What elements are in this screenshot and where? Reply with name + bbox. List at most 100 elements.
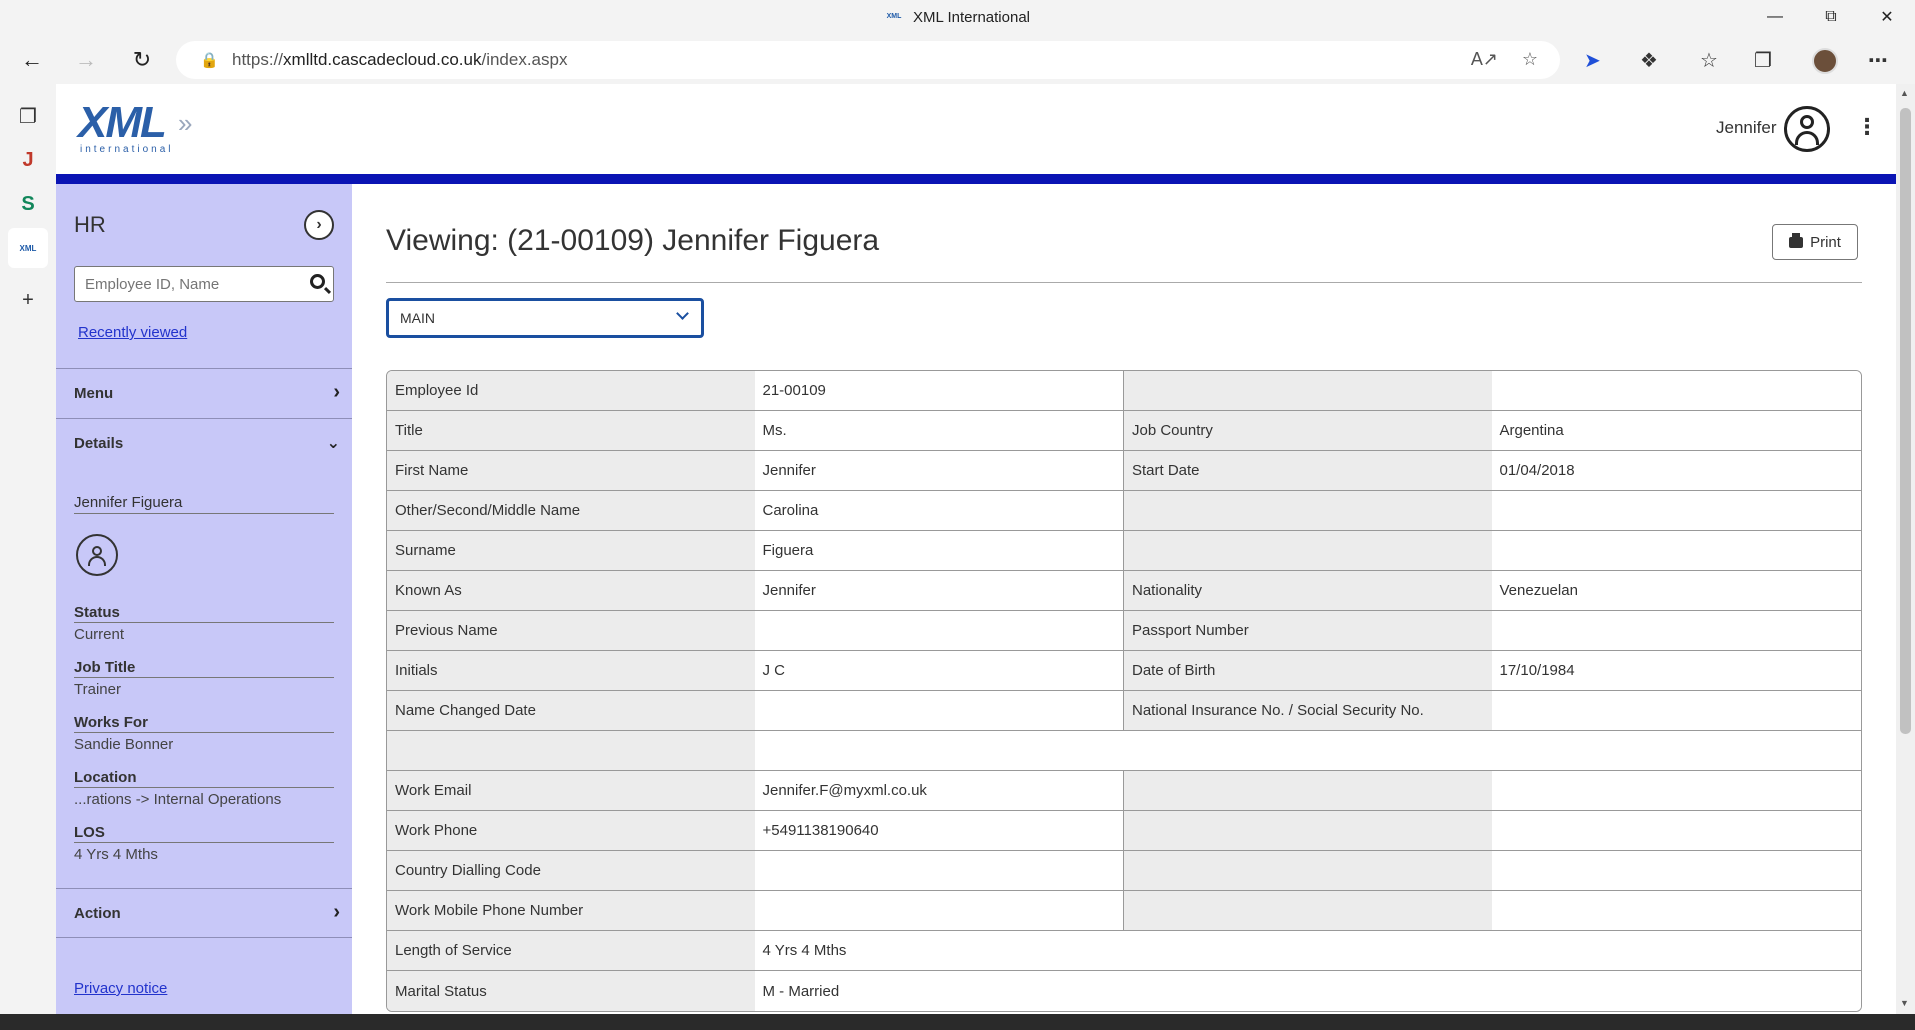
scrollbar-thumb[interactable]	[1900, 108, 1911, 734]
section-dropdown[interactable]: MAIN	[386, 298, 704, 338]
field-label: Nationality	[1124, 571, 1492, 610]
field-value	[1491, 771, 1861, 810]
field-value	[1491, 371, 1861, 410]
tab-actions-icon[interactable]: ❐	[8, 96, 48, 136]
window-titlebar: XML XML International — ⧉ ✕	[0, 0, 1915, 36]
close-window-icon[interactable]: ✕	[1859, 0, 1915, 34]
field-value	[754, 891, 1124, 930]
table-row: Work Mobile Phone Number	[387, 891, 1861, 931]
page-title: Viewing: (21-00109) Jennifer Figuera	[386, 224, 880, 257]
field-label: Length of Service	[387, 931, 755, 970]
address-bar[interactable]: 🔒 https://xmlltd.cascadecloud.co.uk/inde…	[176, 41, 1560, 79]
field-value: Argentina	[1491, 411, 1861, 450]
restore-icon[interactable]: ⧉	[1803, 0, 1859, 34]
status-label: Status	[74, 604, 334, 623]
field-label	[1124, 491, 1492, 530]
field-label: Work Phone	[387, 811, 755, 850]
field-label: Previous Name	[387, 611, 755, 650]
sidebar-toggle-chevron-icon[interactable]: ›	[304, 210, 334, 240]
field-value: Figuera	[754, 531, 1124, 570]
scroll-up-icon[interactable]: ▲	[1900, 88, 1909, 98]
chevron-right-icon: ›	[333, 901, 340, 923]
sidebar-title: HR	[74, 212, 106, 237]
favorites-icon[interactable]: ☆	[1700, 48, 1718, 73]
extension-arrow-icon[interactable]: ➤	[1584, 48, 1601, 73]
tab-xml-icon[interactable]: XML	[8, 228, 48, 268]
los-label: LOS	[74, 824, 334, 843]
read-aloud-icon[interactable]: A↗	[1471, 49, 1498, 70]
browser-profile-avatar[interactable]	[1812, 48, 1838, 74]
sidebar: HR › Recently viewed Menu › Details ⌄ Je…	[56, 184, 352, 1014]
lock-icon[interactable]: 🔒	[200, 51, 220, 69]
table-row: First Name Jennifer Start Date 01/04/201…	[387, 451, 1861, 491]
field-value: J C	[754, 651, 1124, 690]
field-label	[1124, 771, 1492, 810]
title-divider	[386, 282, 1862, 283]
field-label: Initials	[387, 651, 755, 690]
collections-icon[interactable]: ❐	[1754, 48, 1772, 73]
field-label	[1124, 811, 1492, 850]
employee-details-grid: Employee Id 21-00109 Title Ms. Job Count…	[386, 370, 1862, 1012]
field-value: 21-00109	[754, 371, 1124, 410]
table-row: Title Ms. Job Country Argentina	[387, 411, 1861, 451]
field-label: Marital Status	[387, 971, 755, 1011]
field-value: Ms.	[754, 411, 1124, 450]
field-label	[1124, 891, 1492, 930]
window-title-text: XML International	[912, 9, 1030, 26]
tab-jd-icon[interactable]: J	[8, 140, 48, 180]
taskbar	[0, 1014, 1915, 1030]
field-label: Name Changed Date	[387, 691, 755, 730]
action-label: Action	[74, 905, 121, 922]
details-label: Details	[74, 435, 124, 452]
xml-logo[interactable]: XML » international	[78, 98, 192, 155]
chevron-right-icon: ›	[333, 381, 340, 403]
header-divider	[56, 174, 1896, 184]
refresh-icon[interactable]: ↻	[122, 42, 162, 78]
print-label: Print	[1810, 233, 1841, 251]
sidebar-details-section[interactable]: Details ⌄	[56, 418, 352, 468]
extensions-puzzle-icon[interactable]: ❖	[1640, 48, 1658, 73]
field-value	[1491, 691, 1861, 730]
search-icon[interactable]	[310, 274, 325, 289]
recently-viewed-link[interactable]: Recently viewed	[78, 324, 187, 341]
employee-search-input[interactable]	[75, 267, 290, 301]
employee-avatar-icon[interactable]	[76, 534, 118, 576]
tab-sharepoint-icon[interactable]: S	[8, 184, 48, 224]
back-arrow-icon[interactable]: ←	[12, 42, 52, 78]
field-value	[1491, 891, 1861, 930]
add-favorite-icon[interactable]: ☆	[1522, 49, 1538, 70]
status-value: Current	[74, 626, 125, 643]
field-label: Title	[387, 411, 755, 450]
table-row: Country Dialling Code	[387, 851, 1861, 891]
forward-arrow-icon[interactable]: →	[66, 42, 106, 78]
print-button[interactable]: Print	[1772, 224, 1858, 260]
field-value	[754, 731, 1861, 770]
employee-name: Jennifer Figuera	[74, 494, 334, 514]
sidebar-menu-section[interactable]: Menu ›	[56, 368, 352, 418]
scroll-down-icon[interactable]: ▼	[1900, 998, 1909, 1008]
field-value: 01/04/2018	[1491, 451, 1861, 490]
chevron-down-icon: ⌄	[326, 435, 340, 452]
kebab-menu-icon[interactable]: ⋮	[1856, 114, 1878, 140]
table-row: Work Phone +5491138190640	[387, 811, 1861, 851]
privacy-notice-link[interactable]: Privacy notice	[74, 980, 167, 997]
url-text[interactable]: https://xmlltd.cascadecloud.co.uk/index.…	[232, 50, 567, 70]
field-value: Jennifer	[754, 451, 1124, 490]
table-row: Other/Second/Middle Name Carolina	[387, 491, 1861, 531]
field-value: M - Married	[754, 971, 1861, 1011]
location-value: ...rations -> Internal Operations	[74, 791, 282, 808]
window-title: XML XML International	[0, 9, 1915, 26]
field-label: Country Dialling Code	[387, 851, 755, 890]
logo-text: XML	[78, 98, 167, 147]
field-value: Jennifer	[754, 571, 1124, 610]
browser-menu-icon[interactable]: ⋯	[1868, 48, 1888, 73]
table-row	[387, 731, 1861, 771]
sidebar-action-section[interactable]: Action ›	[56, 888, 352, 938]
field-value	[754, 851, 1124, 890]
minimize-icon[interactable]: —	[1747, 0, 1803, 34]
new-tab-icon[interactable]: +	[8, 280, 48, 320]
menu-label: Menu	[74, 385, 114, 402]
user-account-icon[interactable]	[1784, 106, 1830, 152]
employee-search	[74, 266, 334, 302]
page-scrollbar[interactable]: ▲ ▼	[1896, 84, 1915, 1014]
